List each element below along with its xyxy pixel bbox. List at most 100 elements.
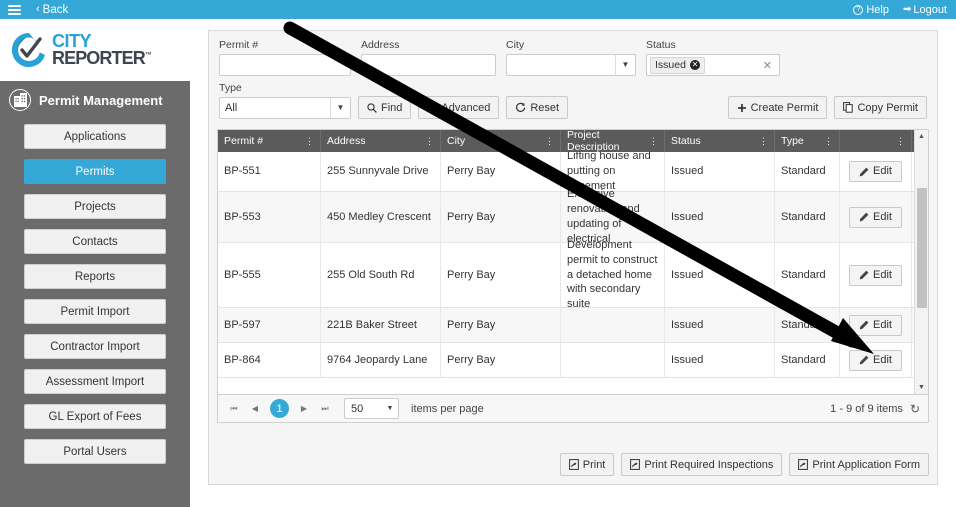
logout-button[interactable]: ➡ Logout [903,4,947,16]
table-row[interactable]: BP-864 9764 Jeopardy Lane Perry Bay Issu… [218,343,928,378]
copy-permit-button[interactable]: Copy Permit [834,96,927,119]
permit-number-input[interactable] [219,54,351,76]
city-dropdown[interactable]: ▼ [506,54,636,76]
table-row[interactable]: BP-597 221B Baker Street Perry Bay Issue… [218,308,928,343]
grid-body: BP-551 255 Sunnyvale Drive Perry Bay Lif… [218,152,928,394]
back-button[interactable]: ‹ Back [36,4,68,16]
sidebar-item-label: GL Export of Fees [48,410,142,423]
sidebar-item-label: Applications [63,130,126,143]
filter-type-label: Type [219,82,242,94]
cell-city: Perry Bay [441,152,561,191]
print-required-inspections-button[interactable]: Print Required Inspections [621,453,783,476]
table-row[interactable]: BP-553 450 Medley Crescent Perry Bay Ext… [218,188,928,245]
column-header-project-description[interactable]: Project Description ⋮ [561,129,665,153]
edit-button[interactable]: Edit [849,206,902,228]
column-header-type[interactable]: Type ⋮ [775,130,840,152]
copy-icon [843,102,854,113]
page-number-button[interactable]: 1 [270,399,289,418]
column-header-status[interactable]: Status ⋮ [665,130,775,152]
edit-button[interactable]: Edit [849,314,902,336]
table-row[interactable]: BP-551 255 Sunnyvale Drive Perry Bay Lif… [218,152,928,192]
pencil-icon [859,355,869,365]
print-application-form-label: Print Application Form [812,458,920,471]
filter-status-label: Status [646,39,676,51]
scrollbar-thumb[interactable] [917,188,927,308]
status-clear-icon[interactable]: ✕ [763,59,772,72]
status-chip-issued[interactable]: Issued ✕ [650,56,705,74]
sidebar-item-label: Assessment Import [45,375,145,388]
cell-status: Issued [665,243,775,307]
column-menu-icon[interactable]: ⋮ [759,136,768,146]
reset-button[interactable]: Reset [506,96,569,119]
cell-status: Issued [665,192,775,242]
column-menu-icon[interactable]: ⋮ [305,136,314,146]
create-permit-label: Create Permit [750,101,819,114]
sidebar-item-label: Permits [75,165,115,178]
filter-city-label: City [506,39,525,51]
column-menu-icon[interactable]: ⋮ [545,136,554,146]
edit-button[interactable]: Edit [849,264,902,286]
column-header-city[interactable]: City ⋮ [441,130,561,152]
refresh-icon[interactable]: ↻ [910,402,920,416]
app-logo[interactable]: CITY REPORTER™ [0,19,190,81]
first-page-button[interactable]: ⏮ [226,401,242,417]
cell-address: 221B Baker Street [321,308,441,342]
next-page-button[interactable]: ▶ [296,401,312,417]
sidebar-item-contacts[interactable]: Contacts [24,229,166,254]
print-application-form-button[interactable]: Print Application Form [789,453,929,476]
scroll-down-icon[interactable]: ▼ [915,381,928,394]
search-icon [367,102,377,113]
advanced-search-button[interactable]: Advanced [418,96,500,119]
sidebar-item-portal-users[interactable]: Portal Users [24,439,166,464]
filter-row-2: Type All ▼ Find Advanced Reset Create Pe… [219,82,927,119]
column-menu-icon[interactable]: ⋮ [824,136,833,146]
find-button[interactable]: Find [358,96,412,119]
column-menu-icon[interactable]: ⋮ [649,136,658,146]
cell-city: Perry Bay [441,343,561,377]
edit-button[interactable]: Edit [849,161,902,182]
print-button[interactable]: Print [559,453,615,476]
page-size-dropdown[interactable]: 50 ▼ [344,398,399,419]
help-button[interactable]: ? Help [853,4,889,16]
sidebar-item-permits[interactable]: Permits [24,159,166,184]
status-multiselect[interactable]: Issued ✕ ✕ [646,54,780,76]
column-menu-icon[interactable]: ⋮ [425,136,434,146]
column-menu-icon[interactable]: ⋮ [896,136,905,146]
edit-button[interactable]: Edit [849,349,902,371]
sidebar-item-permit-import[interactable]: Permit Import [24,299,166,324]
column-header-actions[interactable]: ⋮ [840,130,912,152]
sidebar-item-assessment-import[interactable]: Assessment Import [24,369,166,394]
sidebar-item-reports[interactable]: Reports [24,264,166,289]
edit-label: Edit [873,353,892,366]
scroll-up-icon[interactable]: ▲ [915,130,928,143]
sidebar-item-gl-export-of-fees[interactable]: GL Export of Fees [24,404,166,429]
pdf-icon [630,459,641,470]
sidebar: CITY REPORTER™ Permit Management Applica… [0,19,190,507]
prev-page-button[interactable]: ◀ [247,401,263,417]
pdf-icon [568,459,579,470]
page-size-label: items per page [411,402,484,415]
table-row[interactable]: BP-555 255 Old South Rd Perry Bay Develo… [218,239,928,310]
cell-type: Standard [775,243,840,307]
filter-type: Type All ▼ [219,82,351,119]
hamburger-icon[interactable] [8,4,21,15]
chevron-down-icon: ▼ [615,55,635,75]
column-header-permit-number[interactable]: Permit # ⋮ [218,130,321,152]
column-header-address[interactable]: Address ⋮ [321,130,441,152]
type-dropdown[interactable]: All ▼ [219,97,351,119]
sidebar-item-applications[interactable]: Applications [24,124,166,149]
column-header-label: Type [781,135,804,147]
filter-status: Status Issued ✕ ✕ [646,39,780,76]
grid-vertical-scrollbar[interactable]: ▲ ▼ [914,130,928,394]
cell-actions: Edit [840,192,912,242]
address-input[interactable] [361,54,496,76]
cell-type: Standard [775,152,840,191]
sidebar-item-projects[interactable]: Projects [24,194,166,219]
last-page-button[interactable]: ⏭ [317,401,333,417]
pdf-icon [798,459,809,470]
chip-remove-icon[interactable]: ✕ [689,60,700,70]
cell-city: Perry Bay [441,192,561,242]
sidebar-item-contractor-import[interactable]: Contractor Import [24,334,166,359]
create-permit-button[interactable]: Create Permit [727,96,828,119]
cell-actions: Edit [840,308,912,342]
